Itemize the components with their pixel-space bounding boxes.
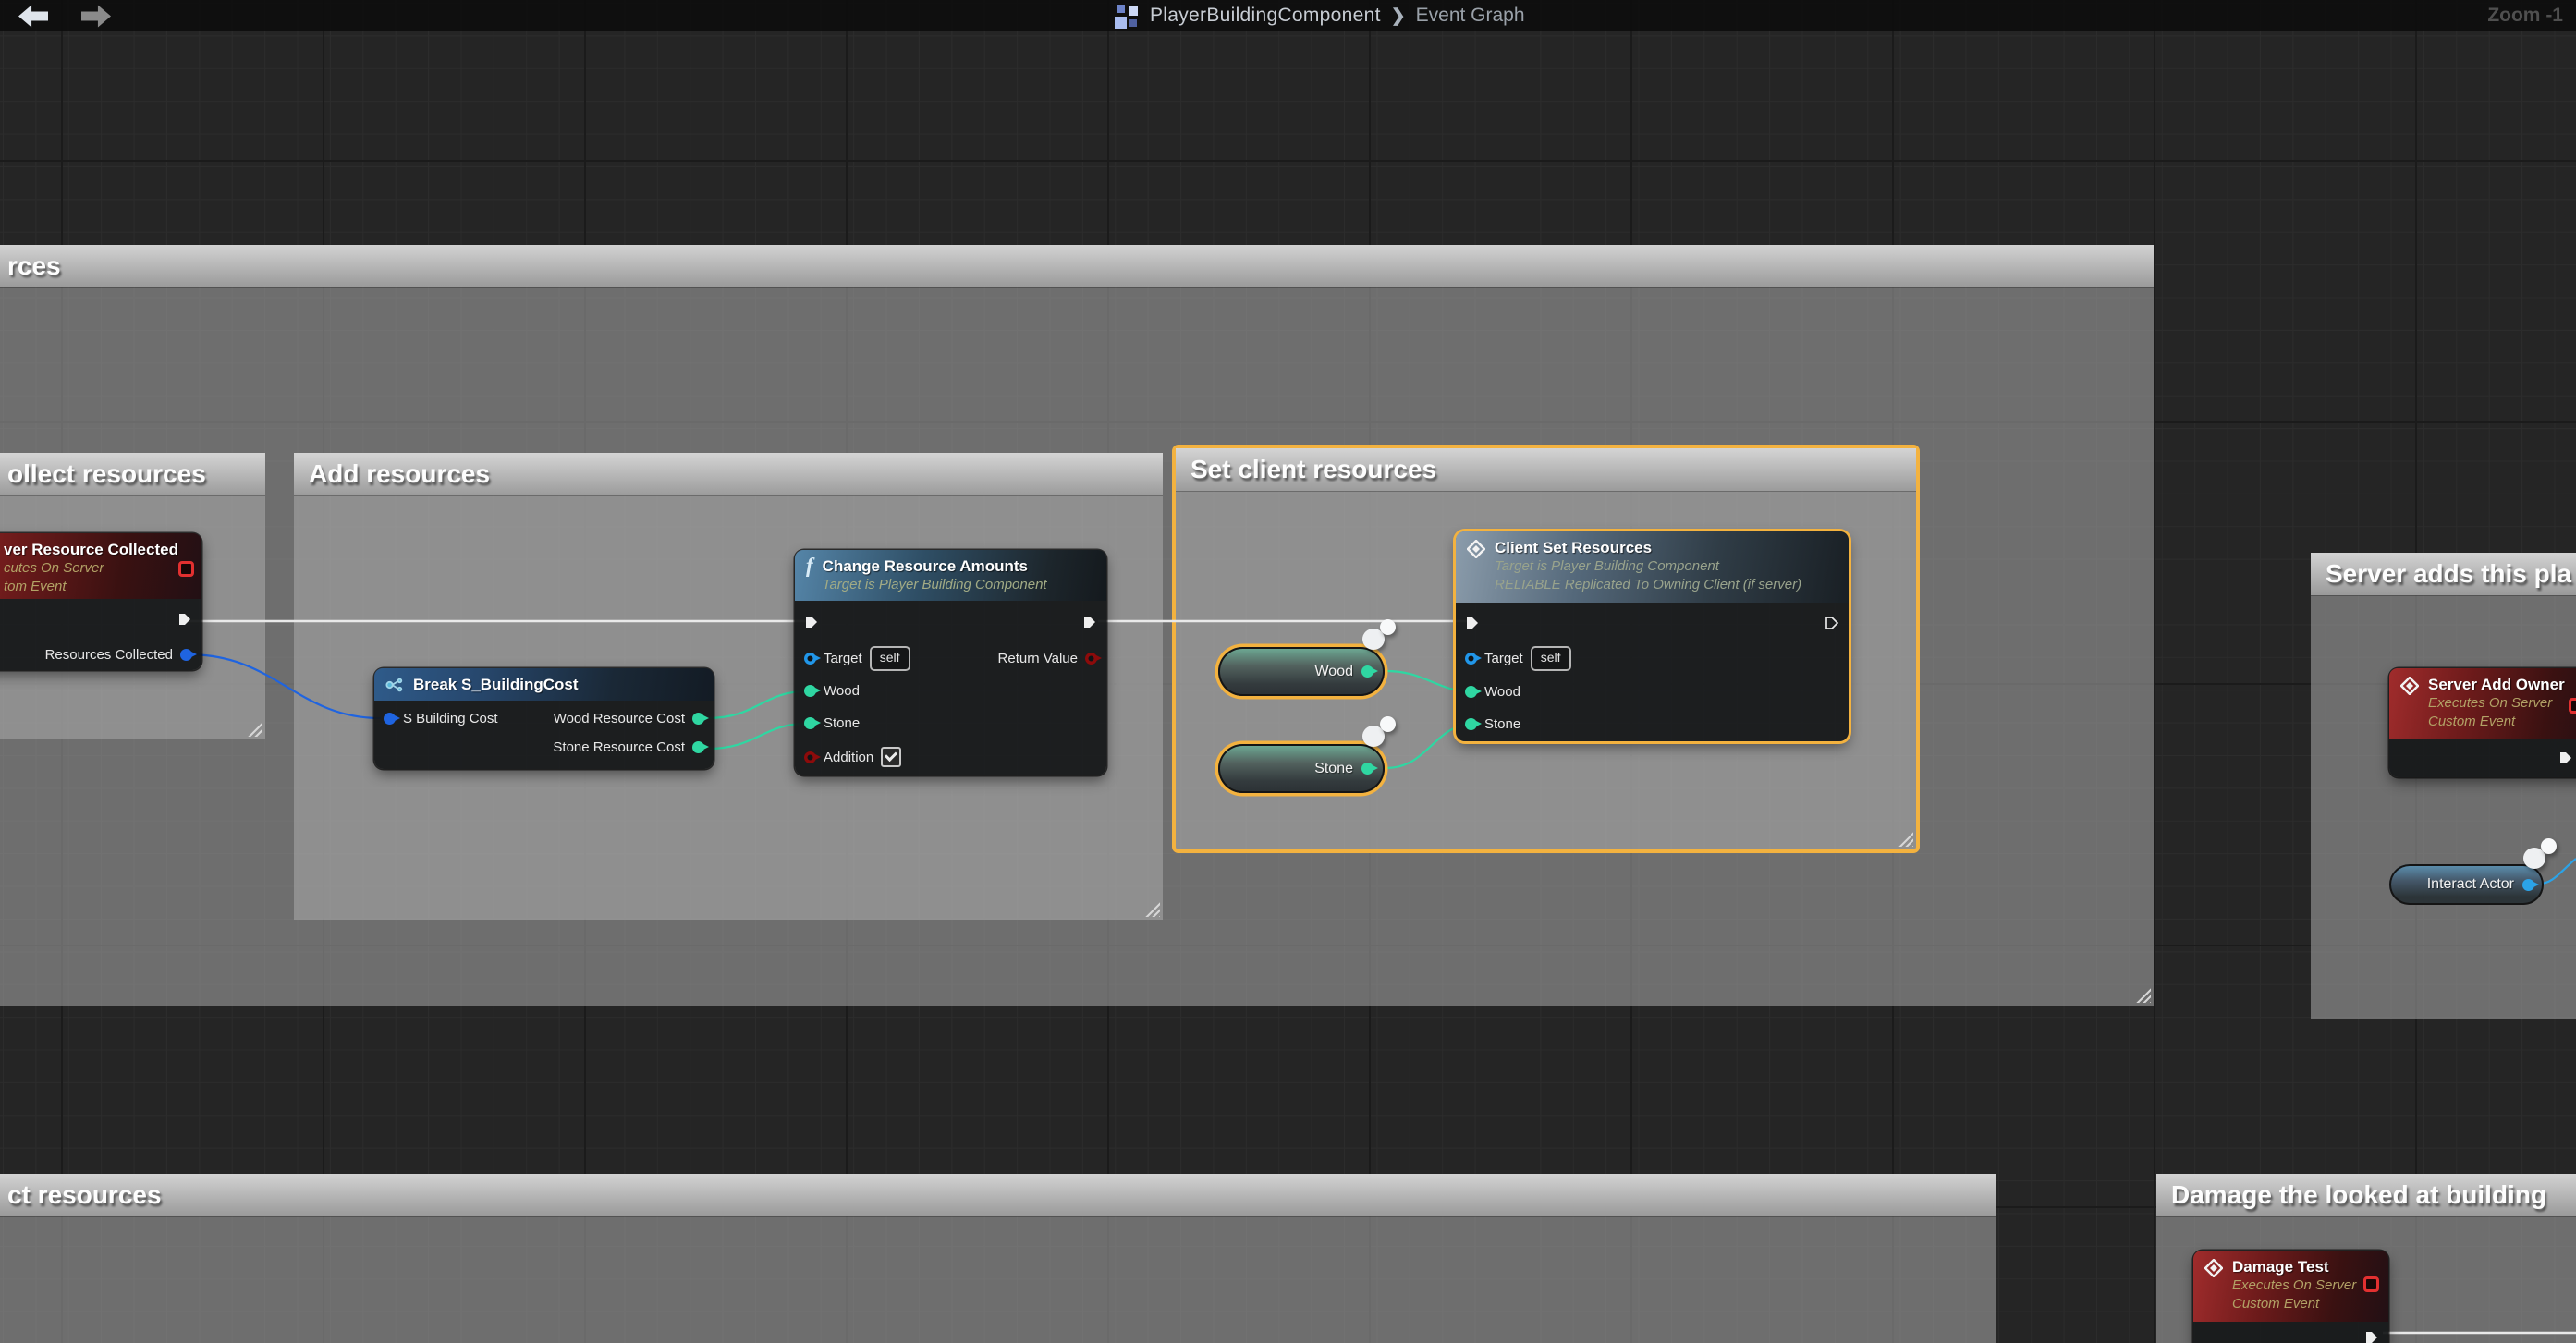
graph-canvas[interactable]: rces ollect resources Add resources Set … <box>0 0 2576 1343</box>
breadcrumb-blueprint-name[interactable]: PlayerBuildingComponent <box>1150 5 1381 27</box>
chevron-right-icon: ❯ <box>1391 6 1406 27</box>
pin-label: Wood <box>1484 684 1520 700</box>
target-pin[interactable] <box>804 653 816 665</box>
exec-out-pin[interactable] <box>2558 751 2573 765</box>
target-self-value[interactable]: self <box>1531 646 1571 671</box>
stone-cost-pin[interactable] <box>692 741 704 753</box>
custom-event-icon <box>1467 540 1485 558</box>
replicated-indicator <box>2569 698 2576 714</box>
replicated-indicator <box>178 561 194 577</box>
break-struct-icon <box>385 676 404 694</box>
breadcrumb-bar: PlayerBuildingComponent ❯ Event Graph Zo… <box>0 0 2576 31</box>
wood-cost-pin[interactable] <box>692 713 704 725</box>
custom-event-icon <box>2400 677 2419 695</box>
target-pin[interactable] <box>1465 653 1477 665</box>
pin-label: S Building Cost <box>403 711 498 726</box>
pin-label: Addition <box>824 750 873 765</box>
pin-label: Target <box>1484 651 1523 666</box>
node-title: Server Add Owner <box>2428 676 2565 694</box>
node-subtitle: Executes On Server <box>2232 1276 2356 1295</box>
replicated-indicator <box>2363 1276 2379 1292</box>
breadcrumb-graph-name[interactable]: Event Graph <box>1416 5 1525 27</box>
pin-label: Resources Collected <box>45 647 173 663</box>
pin-label: Target <box>824 651 862 666</box>
node-break-buildingcost[interactable]: Break S_BuildingCost S Building Cost Woo… <box>374 668 714 769</box>
node-subtitle: RELIABLE Replicated To Owning Client (if… <box>1495 576 1801 594</box>
pin-label: Return Value <box>998 651 1078 666</box>
node-subtitle: Target is Player Building Component <box>1495 557 1801 576</box>
node-title: Damage Test <box>2232 1258 2356 1276</box>
blueprint-icon <box>1115 4 1140 29</box>
forward-arrow-button[interactable] <box>81 5 111 28</box>
pin-label: Stone <box>824 715 860 731</box>
node-server-add-owner[interactable]: Server Add Owner Executes On Server Cust… <box>2389 668 2576 777</box>
node-client-set-resources[interactable]: Client Set Resources Target is Player Bu… <box>1456 531 1849 741</box>
addition-checkbox[interactable] <box>881 747 901 767</box>
variable-label: Wood <box>1314 664 1353 680</box>
wood-output-pin[interactable] <box>1361 665 1373 678</box>
node-title: ver Resource Collected <box>4 541 178 559</box>
building-cost-pin[interactable] <box>384 713 396 725</box>
exec-out-pin[interactable] <box>1082 615 1097 629</box>
exec-out-pin[interactable] <box>2364 1330 2379 1343</box>
exec-in-pin[interactable] <box>1465 616 1480 630</box>
breadcrumb: PlayerBuildingComponent ❯ Event Graph <box>1115 3 1525 29</box>
target-self-value[interactable]: self <box>870 646 910 671</box>
back-arrow-button[interactable] <box>18 5 48 28</box>
stone-pin[interactable] <box>804 717 816 729</box>
variable-label: Interact Actor <box>2427 876 2514 893</box>
pin-label: Wood Resource Cost <box>554 711 685 726</box>
wood-pin[interactable] <box>1465 686 1477 698</box>
node-title: Client Set Resources <box>1495 539 1801 557</box>
pin-label: Wood <box>824 683 860 699</box>
node-subtitle: Target is Player Building Component <box>823 576 1047 594</box>
exec-out-pin[interactable] <box>1825 616 1839 630</box>
node-subtitle: Custom Event <box>2428 713 2565 731</box>
interact-actor-pin[interactable] <box>2522 879 2534 891</box>
node-server-resource-collected[interactable]: ver Resource Collected cutes On Server t… <box>0 533 201 670</box>
function-icon: f <box>806 556 813 575</box>
resources-collected-pin[interactable] <box>180 649 192 661</box>
return-value-pin[interactable] <box>1085 653 1097 665</box>
node-damage-test[interactable]: Damage Test Executes On Server Custom Ev… <box>2193 1251 2388 1343</box>
node-change-resource-amounts[interactable]: f Change Resource Amounts Target is Play… <box>795 550 1106 775</box>
zoom-level-indicator: Zoom -1 <box>2487 5 2563 27</box>
pin-label: Stone Resource Cost <box>553 739 685 755</box>
pin-label: Stone <box>1484 716 1520 732</box>
node-subtitle: tom Event <box>4 578 178 596</box>
variable-label: Stone <box>1314 761 1353 777</box>
node-title: Break S_BuildingCost <box>413 676 579 694</box>
custom-event-icon <box>2204 1259 2223 1277</box>
node-subtitle: Executes On Server <box>2428 694 2565 713</box>
node-get-interact-actor[interactable]: Interact Actor <box>2389 864 2544 905</box>
addition-pin[interactable] <box>804 751 816 763</box>
stone-pin[interactable] <box>1465 718 1477 730</box>
node-subtitle: Custom Event <box>2232 1295 2356 1313</box>
exec-in-pin[interactable] <box>804 615 819 629</box>
node-get-stone[interactable]: Stone <box>1218 744 1385 793</box>
stone-output-pin[interactable] <box>1361 763 1373 775</box>
node-title: Change Resource Amounts <box>823 557 1047 576</box>
node-get-wood[interactable]: Wood <box>1218 647 1385 696</box>
wood-pin[interactable] <box>804 685 816 697</box>
node-subtitle: cutes On Server <box>4 559 178 578</box>
exec-out-pin[interactable] <box>177 612 192 627</box>
